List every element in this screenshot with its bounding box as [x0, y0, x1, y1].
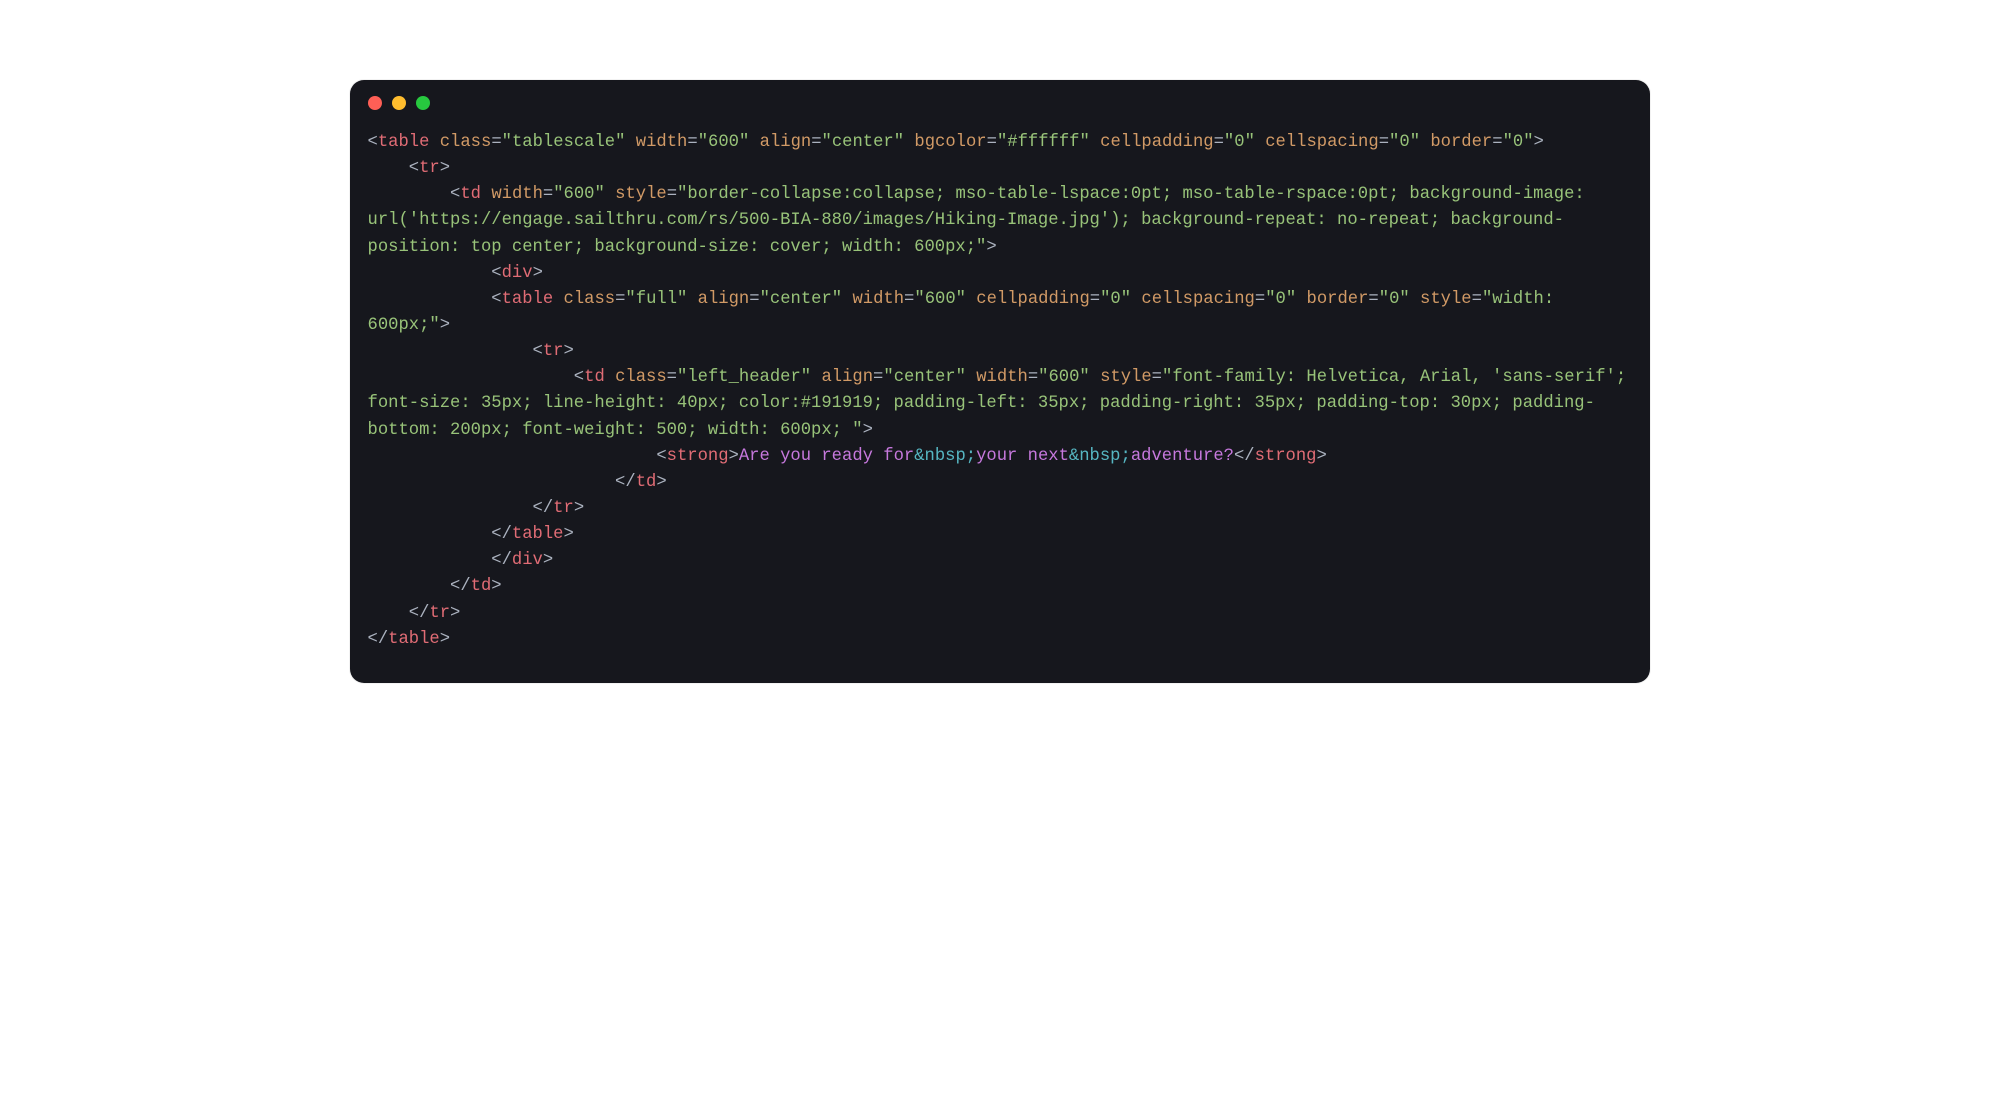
- window-titlebar: [350, 80, 1650, 120]
- strong-text: Are you ready for: [739, 447, 914, 466]
- code-block: <table class="tablescale" width="600" al…: [350, 120, 1650, 683]
- attr-value: #ffffff: [1007, 133, 1079, 152]
- strong-text: adventure?: [1131, 447, 1234, 466]
- attr-value: 0: [1234, 133, 1244, 152]
- attr-value: full: [636, 290, 677, 309]
- attr-value: left_header: [687, 368, 800, 387]
- window-close-button[interactable]: [368, 96, 382, 110]
- attr-value: 0: [1389, 290, 1399, 309]
- attr-value: 600: [1048, 368, 1079, 387]
- attr-value: 0: [1513, 133, 1523, 152]
- strong-text: your next: [976, 447, 1069, 466]
- attr-value: 600: [708, 133, 739, 152]
- attr-value: 0: [1276, 290, 1286, 309]
- entity-nbsp: &nbsp;: [914, 447, 976, 466]
- window-zoom-button[interactable]: [416, 96, 430, 110]
- attr-value: center: [832, 133, 894, 152]
- attr-value: 0: [1399, 133, 1409, 152]
- attr-value: 0: [1110, 290, 1120, 309]
- attr-value: center: [894, 368, 956, 387]
- attr-value: 600: [925, 290, 956, 309]
- attr-value: center: [770, 290, 832, 309]
- code-window: <table class="tablescale" width="600" al…: [350, 80, 1650, 683]
- attr-value: tablescale: [512, 133, 615, 152]
- attr-value: 600: [564, 185, 595, 204]
- window-minimize-button[interactable]: [392, 96, 406, 110]
- entity-nbsp: &nbsp;: [1069, 447, 1131, 466]
